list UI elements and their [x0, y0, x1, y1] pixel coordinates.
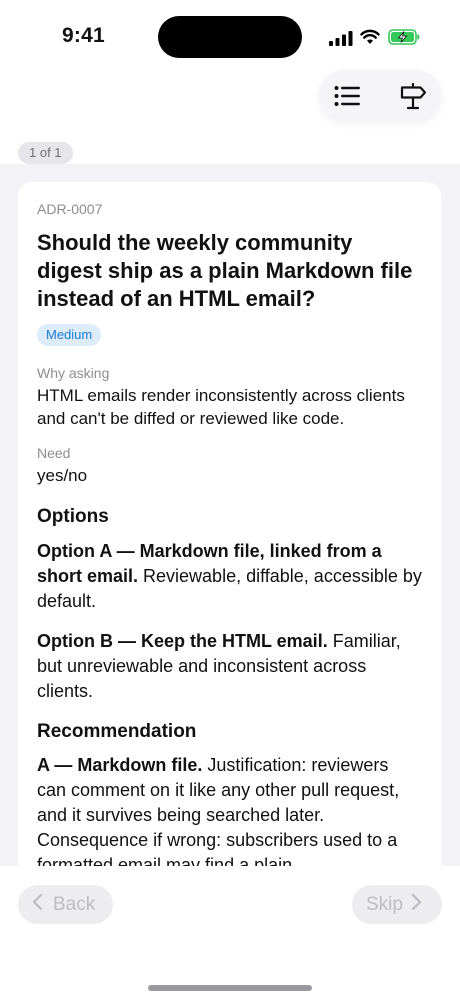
signpost-icon: [400, 82, 427, 110]
skip-button[interactable]: Skip: [352, 885, 442, 924]
dynamic-island: [158, 16, 302, 58]
skip-label: Skip: [366, 893, 403, 915]
cellular-signal-icon: [329, 31, 353, 46]
status-time: 9:41: [62, 24, 105, 47]
chevron-left-icon: [32, 893, 43, 917]
status-bar: 9:41: [0, 0, 460, 74]
need-label: Need: [37, 445, 71, 461]
recommendation-heading: Recommendation: [37, 720, 197, 742]
option-b-title: Option B — Keep the HTML email.: [37, 630, 328, 651]
decision-card[interactable]: ADR-0007 Should the weekly community dig…: [18, 182, 441, 866]
option-b: Option B — Keep the HTML email. Familiar…: [37, 629, 422, 704]
toolbar: [319, 70, 442, 122]
options-heading: Options: [37, 505, 109, 527]
signpost-button[interactable]: [393, 78, 433, 114]
back-button[interactable]: Back: [18, 885, 113, 924]
option-a: Option A — Markdown file, linked from a …: [37, 539, 422, 614]
home-indicator: [148, 985, 312, 991]
why-asking-text: HTML emails render inconsistently across…: [37, 386, 405, 428]
priority-badge: Medium: [37, 324, 102, 346]
recommendation: A — Markdown file. Justification: review…: [37, 753, 422, 867]
battery-charging-icon: [388, 29, 420, 45]
list-icon: [334, 86, 360, 106]
adr-id: ADR-0007: [37, 201, 103, 217]
need-value: yes/no: [37, 466, 88, 485]
page-counter: 1 of 1: [18, 142, 73, 164]
wifi-icon: [360, 29, 380, 44]
question-title: Should the weekly community digest ship …: [37, 230, 413, 311]
list-button[interactable]: [327, 78, 367, 114]
why-asking-label: Why asking: [37, 365, 110, 381]
recommendation-title: A — Markdown file.: [37, 754, 203, 775]
chevron-right-icon: [411, 893, 422, 917]
back-label: Back: [53, 893, 96, 915]
